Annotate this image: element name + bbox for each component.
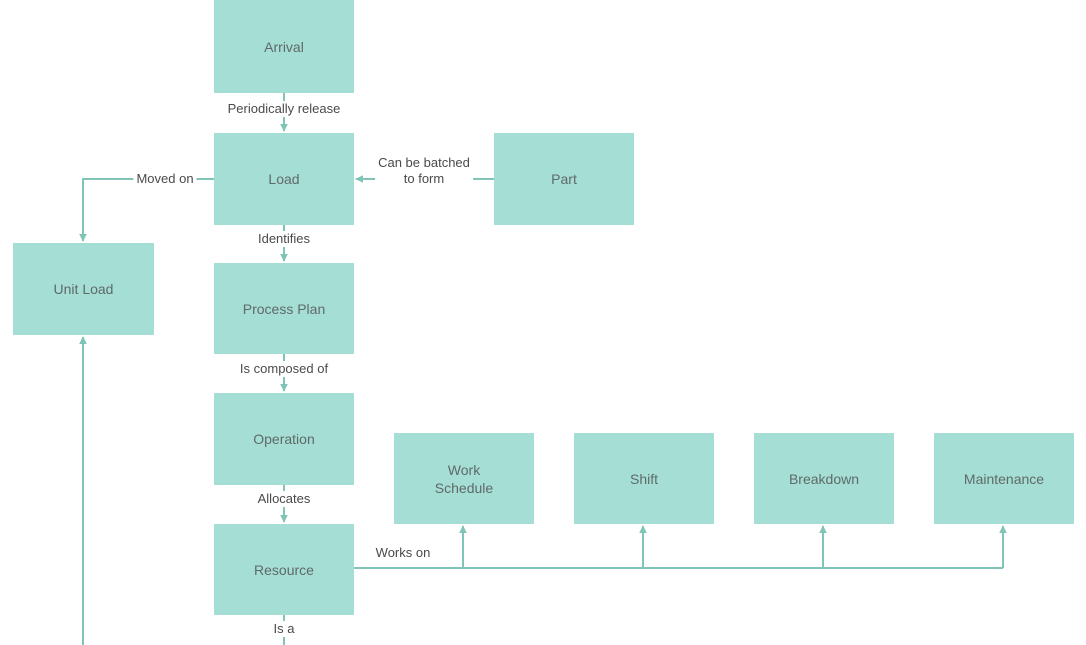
node-maintenance[interactable]: Maintenance xyxy=(934,433,1074,524)
node-part[interactable]: Part xyxy=(494,133,634,225)
edge-load-unitload xyxy=(79,178,214,242)
node-work-schedule[interactable]: Work Schedule xyxy=(394,433,534,524)
node-load[interactable]: Load xyxy=(214,133,354,225)
node-resource[interactable]: Resource xyxy=(214,524,354,615)
node-operation[interactable]: Operation xyxy=(214,393,354,485)
node-unit-load[interactable]: Unit Load xyxy=(13,243,154,335)
node-arrival[interactable]: Arrival xyxy=(214,0,354,93)
node-shift[interactable]: Shift xyxy=(574,433,714,524)
node-process-plan[interactable]: Process Plan xyxy=(214,263,354,354)
node-breakdown[interactable]: Breakdown xyxy=(754,433,894,524)
edge-connector-layer xyxy=(79,93,1007,645)
diagram-canvas: Arrival Load Part Unit Load Process Plan… xyxy=(0,0,1086,645)
